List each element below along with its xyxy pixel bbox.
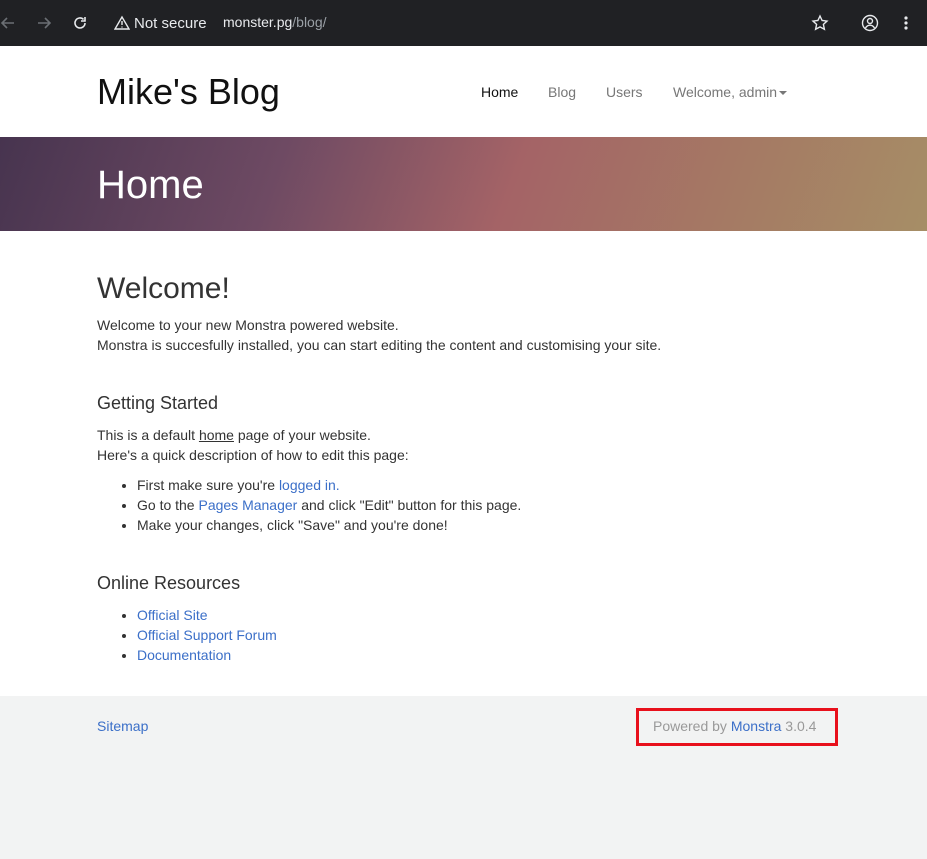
- security-label: Not secure: [134, 14, 207, 32]
- browser-toolbar: Not secure monster.pg/blog/: [0, 0, 927, 46]
- list-item: Official Site: [137, 605, 277, 625]
- web-page: Mike's Blog Home Blog Users Welcome, adm…: [0, 46, 927, 859]
- main-content: Welcome! Welcome to your new Monstra pow…: [0, 231, 927, 696]
- welcome-heading: Welcome!: [97, 272, 230, 305]
- reload-button[interactable]: [68, 11, 92, 35]
- steps-list: First make sure you're logged in. Go to …: [97, 475, 521, 535]
- online-resources-heading: Online Resources: [97, 573, 241, 593]
- page-title: Home: [97, 163, 204, 207]
- bookmark-button[interactable]: [808, 11, 832, 35]
- step-2-text-end: and click "Edit" button for this page.: [297, 497, 522, 513]
- reload-icon: [74, 17, 86, 29]
- getting-started-heading: Getting Started: [97, 393, 219, 413]
- site-footer: Sitemap Powered by Monstra 3.0.4: [0, 696, 927, 859]
- url-host: monster.pg: [223, 14, 293, 30]
- nav-user-dropdown[interactable]: Welcome, admin: [673, 84, 788, 100]
- url-path: /blog/: [292, 14, 327, 30]
- highlight-annotation-box: [636, 708, 838, 746]
- menu-button[interactable]: [894, 11, 918, 35]
- resources-list: Official Site Official Support Forum Doc…: [97, 605, 277, 665]
- profile-button[interactable]: [858, 11, 882, 35]
- sitemap-link[interactable]: Sitemap: [97, 718, 148, 734]
- intro-line-1: Welcome to your new Monstra powered webs…: [97, 317, 399, 333]
- arrow-right-icon: [38, 17, 52, 29]
- list-item: Make your changes, click "Save" and you'…: [137, 515, 521, 535]
- nav-blog[interactable]: Blog: [548, 84, 576, 100]
- site-brand[interactable]: Mike's Blog: [97, 70, 280, 114]
- description-intro: Here's a quick description of how to edi…: [97, 447, 409, 463]
- warning-icon: [114, 15, 130, 30]
- security-indicator[interactable]: Not secure: [114, 13, 207, 33]
- back-button[interactable]: [0, 11, 20, 35]
- list-item: First make sure you're logged in.: [137, 475, 521, 495]
- official-site-link[interactable]: Official Site: [137, 607, 208, 623]
- default-page-text-end: page of your website.: [233, 427, 371, 443]
- caret-down-icon: [779, 91, 788, 96]
- support-forum-link[interactable]: Official Support Forum: [137, 627, 277, 643]
- step-2-text: Go to the: [137, 497, 199, 513]
- pages-manager-link[interactable]: Pages Manager: [198, 497, 297, 513]
- step-1-text: First make sure you're: [137, 477, 279, 493]
- intro-line-2: Monstra is succesfully installed, you ca…: [97, 337, 662, 353]
- site-navbar: Mike's Blog Home Blog Users Welcome, adm…: [0, 46, 927, 137]
- documentation-link[interactable]: Documentation: [137, 647, 231, 663]
- star-icon: [811, 14, 829, 31]
- list-item: Documentation: [137, 645, 277, 665]
- list-item: Official Support Forum: [137, 625, 277, 645]
- logged-in-link[interactable]: logged in.: [279, 477, 340, 493]
- default-page-text: This is a default home page of your webs…: [97, 425, 371, 445]
- hero-banner: Home: [0, 137, 927, 231]
- nav-users[interactable]: Users: [606, 84, 643, 100]
- list-item: Go to the Pages Manager and click "Edit"…: [137, 495, 521, 515]
- nav-home[interactable]: Home: [481, 84, 518, 100]
- nav-user-label: Welcome, admin: [673, 84, 778, 100]
- forward-button[interactable]: [32, 11, 56, 35]
- home-term: home: [198, 427, 234, 443]
- default-page-text-start: This is a default: [97, 427, 199, 443]
- kebab-menu-icon: [904, 16, 908, 30]
- account-icon: [861, 14, 879, 32]
- arrow-left-icon: [0, 17, 14, 29]
- step-3-text: Make your changes, click "Save" and you'…: [137, 517, 448, 533]
- address-bar[interactable]: monster.pg/blog/: [223, 14, 327, 30]
